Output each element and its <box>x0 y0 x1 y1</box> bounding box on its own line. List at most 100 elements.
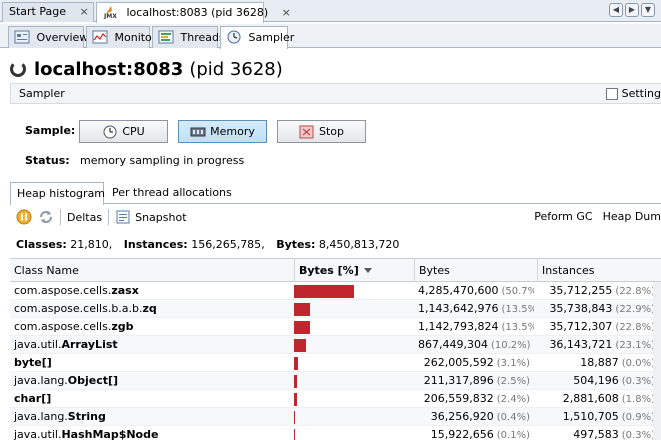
instances-percent: (1.8%) <box>621 394 655 405</box>
loading-spinner-icon <box>10 61 26 77</box>
bytes-percent-bar <box>294 411 295 424</box>
cpu-button[interactable]: CPU <box>79 120 168 143</box>
bytes-percent: (13.5%) <box>501 304 534 315</box>
tab-threads[interactable]: Threads <box>152 26 225 48</box>
close-icon[interactable]: × <box>80 5 89 18</box>
snapshot-button[interactable]: Snapshot <box>135 211 186 224</box>
bytes-percent: (10.2%) <box>490 340 531 351</box>
bytes-percent-bar <box>294 375 297 388</box>
sampler-result-tabs: Heap histogram Per thread allocations <box>10 182 661 205</box>
table-row[interactable]: byte[] 262,005,592 (3.1%) 18,887 (0.0%) <box>10 354 661 372</box>
instances-percent: (22.8%) <box>615 286 655 297</box>
settings-checkbox[interactable] <box>605 87 618 100</box>
tab-label: Heap histogram <box>17 187 106 200</box>
overview-icon <box>14 30 30 44</box>
bytes-label: Bytes: <box>276 238 316 251</box>
instances-value: 504,196 <box>573 374 619 387</box>
instances-cell: 1,510,705 (0.9%) <box>537 408 661 426</box>
package-name: java.lang. <box>14 374 68 387</box>
bytes-percent-bar <box>294 339 306 352</box>
view-tab-bar: Overview Monitor Threads Sampler <box>0 24 661 49</box>
deltas-toggle[interactable]: Deltas <box>67 211 102 224</box>
sample-label: Sample: <box>25 124 76 137</box>
table-row[interactable]: char[] 206,559,832 (2.4%) 2,881,608 (1.8%) <box>10 390 661 408</box>
instances-cell: 18,887 (0.0%) <box>537 354 661 372</box>
histogram-summary: Classes: 21,810, Instances: 156,265,785,… <box>16 238 400 251</box>
table-header: Class Name Bytes [%] Bytes Instances <box>10 258 661 282</box>
stop-button[interactable]: Stop <box>277 120 366 143</box>
table-row[interactable]: com.aspose.cells.zasx 4,285,470,600(50.7%… <box>10 282 661 300</box>
bytes-cell: 4,285,470,600(50.7%) <box>414 282 534 300</box>
bytes-percent-bar <box>294 285 354 298</box>
refresh-icon[interactable] <box>38 209 54 225</box>
pause-icon[interactable] <box>16 209 32 225</box>
instances-value: 18,887 <box>580 356 619 369</box>
column-header-bytes-percent[interactable]: Bytes [%] <box>294 259 414 282</box>
tab-overview[interactable]: Overview <box>8 26 88 48</box>
tab-heap-histogram[interactable]: Heap histogram <box>10 182 106 205</box>
instances-percent: (0.3%) <box>621 430 655 440</box>
package-name: com.aspose.cells. <box>14 320 112 333</box>
bytes-percent-cell <box>294 300 412 318</box>
bytes-percent-bar <box>294 429 295 440</box>
bytes-percent: (2.4%) <box>496 394 530 405</box>
cpu-button-label: CPU <box>122 125 145 138</box>
scroll-left-icon[interactable]: ◀ <box>609 3 623 17</box>
svg-text:JMX: JMX <box>103 13 117 19</box>
document-tab-bar: Start Page × JMX localhost:8083 (pid 362… <box>0 0 661 23</box>
bytes-percent: (0.4%) <box>496 412 530 423</box>
memory-icon <box>190 127 206 136</box>
perform-gc-button[interactable]: Peform GC <box>534 210 592 223</box>
memory-button-label: Memory <box>210 125 255 138</box>
instances-cell: 504,196 (0.3%) <box>537 372 661 390</box>
table-row[interactable]: java.lang.Object[] 211,317,896 (2.5%) 504,1… <box>10 372 661 390</box>
bytes-value: 206,559,832 <box>423 392 494 405</box>
instances-cell: 35,738,843 (22.9%) <box>537 300 661 318</box>
bytes-cell: 1,142,793,824(13.5%) <box>414 318 534 336</box>
tab-list-icon[interactable]: ▼ <box>641 3 655 17</box>
class-name: byte[] <box>14 356 52 369</box>
snapshot-icon[interactable] <box>115 209 131 225</box>
column-header-label: Class Name <box>14 264 79 277</box>
doc-tab-label: localhost:8083 (pid 3628) <box>126 6 269 19</box>
column-header-class-name[interactable]: Class Name <box>10 259 294 282</box>
instances-value: 1,510,705 <box>562 410 619 423</box>
close-icon[interactable]: × <box>282 6 291 19</box>
memory-button[interactable]: Memory <box>178 120 267 143</box>
table-row[interactable]: java.util.ArrayList 867,449,304 (10.2%) 36,… <box>10 336 661 354</box>
tab-label: Per thread allocations <box>112 186 232 199</box>
bytes-percent-cell <box>294 336 412 354</box>
doc-tab-localhost[interactable]: JMX localhost:8083 (pid 3628) × <box>96 2 291 23</box>
column-header-label: Instances <box>542 264 595 277</box>
table-row[interactable]: java.lang.String 36,256,920 (0.4%) 1,510,70… <box>10 408 661 426</box>
class-name-cell: java.util.HashMap$Node <box>10 426 290 440</box>
heap-dump-button[interactable]: Heap Dum <box>603 210 661 223</box>
class-name: Object[] <box>67 374 119 387</box>
scroll-right-icon[interactable]: ▶ <box>625 3 639 17</box>
tab-sampler[interactable]: Sampler <box>220 26 294 49</box>
tab-per-thread-allocations[interactable]: Per thread allocations <box>106 182 238 204</box>
page-title: localhost:8083 (pid 3628) <box>10 55 283 83</box>
doc-tab-start-page[interactable]: Start Page × <box>2 2 94 22</box>
tab-navigation: ◀ ▶ ▼ <box>609 3 655 17</box>
instances-value: 35,712,307 <box>549 320 613 333</box>
column-header-instances[interactable]: Instances <box>537 259 661 282</box>
sampler-section-label: Sampler <box>19 87 65 100</box>
bytes-percent: (13.5%) <box>501 322 534 333</box>
settings-toggle[interactable]: Setting <box>605 87 661 100</box>
tab-label: Overview <box>36 31 89 44</box>
classes-label: Classes: <box>16 238 67 251</box>
class-name: zq <box>142 302 157 315</box>
instances-value: 497,583 <box>573 428 619 440</box>
vertical-scrollbar[interactable] <box>653 282 661 440</box>
bytes-percent: (2.5%) <box>496 376 530 387</box>
table-row[interactable]: com.aspose.cells.zgb 1,142,793,824(13.5%)… <box>10 318 661 336</box>
table-row[interactable]: com.aspose.cells.b.a.b.zq 1,143,642,976 (1… <box>10 300 661 318</box>
heap-histogram-table: Class Name Bytes [%] Bytes Instances com… <box>10 258 661 440</box>
table-row[interactable]: java.util.HashMap$Node 15,922,656 (0.1%) 49… <box>10 426 661 440</box>
column-header-bytes[interactable]: Bytes <box>414 259 537 282</box>
class-name: zasx <box>111 284 139 297</box>
class-name: ArrayList <box>61 338 118 351</box>
tab-monitor[interactable]: Monitor <box>86 26 156 48</box>
bytes-value: 262,005,592 <box>423 356 494 369</box>
